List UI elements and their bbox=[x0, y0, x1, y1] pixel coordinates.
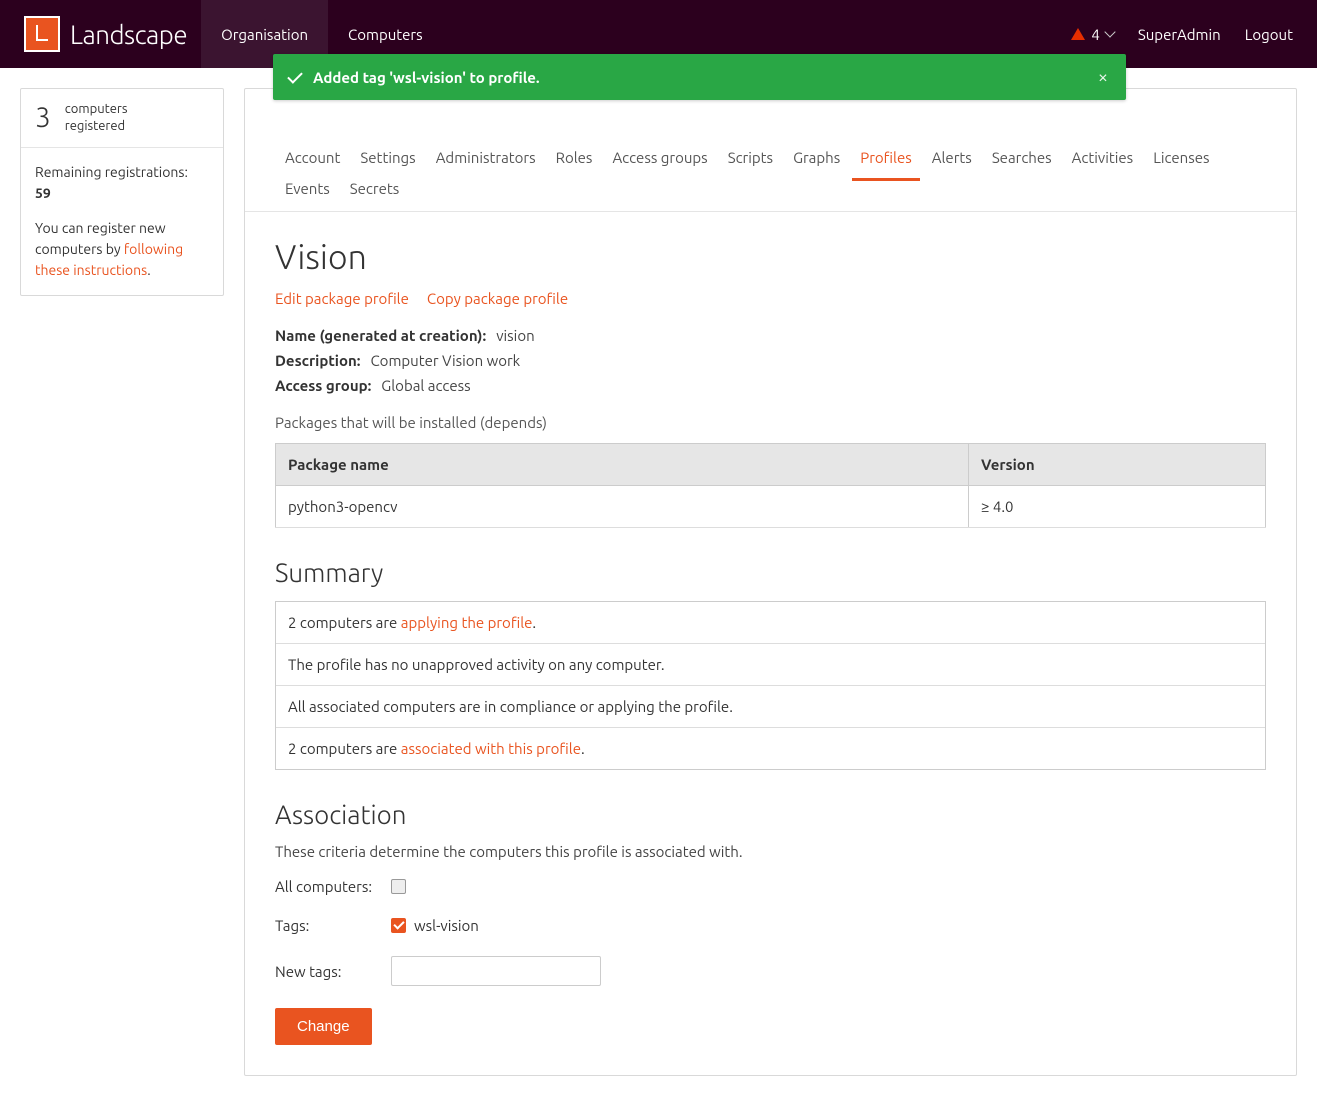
register-help: You can register new computers by follow… bbox=[35, 218, 209, 281]
meta-name-label: Name (generated at creation): bbox=[275, 327, 486, 344]
tag-value: wsl-vision bbox=[414, 917, 479, 934]
col-version: Version bbox=[969, 444, 1266, 486]
tag-checkbox[interactable] bbox=[391, 918, 406, 933]
col-package-name: Package name bbox=[276, 444, 969, 486]
summary-row-1: 2 computers are applying the profile. bbox=[276, 602, 1265, 644]
tab-activities[interactable]: Activities bbox=[1062, 149, 1144, 180]
new-tags-label: New tags: bbox=[275, 963, 391, 980]
meta-access-label: Access group: bbox=[275, 377, 371, 394]
chevron-down-icon bbox=[1104, 26, 1115, 37]
logout-link[interactable]: Logout bbox=[1245, 26, 1293, 43]
meta-access-value: Global access bbox=[381, 377, 470, 394]
alerts-indicator[interactable]: 4 bbox=[1071, 26, 1113, 43]
check-icon bbox=[291, 69, 299, 86]
tab-licenses[interactable]: Licenses bbox=[1143, 149, 1219, 180]
summary-row-4: 2 computers are associated with this pro… bbox=[276, 728, 1265, 769]
computers-label-1: computers bbox=[65, 101, 128, 118]
alert-count: 4 bbox=[1091, 26, 1099, 43]
tab-settings[interactable]: Settings bbox=[350, 149, 425, 180]
association-heading: Association bbox=[275, 800, 1266, 829]
copy-profile-link[interactable]: Copy package profile bbox=[427, 290, 568, 307]
sidebar: 3 computers registered Remaining registr… bbox=[20, 88, 224, 296]
tab-graphs[interactable]: Graphs bbox=[783, 149, 850, 180]
tab-scripts[interactable]: Scripts bbox=[718, 149, 783, 180]
brand-icon bbox=[24, 16, 60, 52]
meta-desc-value: Computer Vision work bbox=[370, 352, 520, 369]
summary-row-2: The profile has no unapproved activity o… bbox=[276, 644, 1265, 686]
meta-desc-label: Description: bbox=[275, 352, 360, 369]
register-suffix: . bbox=[147, 262, 150, 278]
tags-label: Tags: bbox=[275, 917, 391, 934]
cell-package-name: python3-opencv bbox=[276, 486, 969, 528]
cell-version: ≥ 4.0 bbox=[969, 486, 1266, 528]
associated-profile-link[interactable]: associated with this profile bbox=[401, 740, 581, 757]
change-button[interactable]: Change bbox=[275, 1008, 372, 1045]
tab-access-groups[interactable]: Access groups bbox=[602, 149, 717, 180]
main-panel: Added tag 'wsl-vision' to profile. × Acc… bbox=[244, 88, 1297, 1076]
tab-roles[interactable]: Roles bbox=[546, 149, 603, 180]
tab-account[interactable]: Account bbox=[275, 149, 350, 180]
tab-events[interactable]: Events bbox=[275, 180, 340, 211]
section-tabs: Account Settings Administrators Roles Ac… bbox=[245, 125, 1296, 212]
tab-profiles[interactable]: Profiles bbox=[850, 149, 922, 180]
brand[interactable]: Landscape bbox=[24, 16, 187, 52]
topbar-right: 4 SuperAdmin Logout bbox=[1071, 26, 1293, 43]
all-computers-label: All computers: bbox=[275, 878, 391, 895]
summary-heading: Summary bbox=[275, 558, 1266, 587]
remaining-label: Remaining registrations: bbox=[35, 162, 209, 183]
computers-label-2: registered bbox=[65, 118, 128, 135]
table-row: python3-opencv ≥ 4.0 bbox=[276, 486, 1266, 528]
close-icon[interactable]: × bbox=[1098, 68, 1108, 86]
notification-message: Added tag 'wsl-vision' to profile. bbox=[313, 69, 540, 86]
tab-administrators[interactable]: Administrators bbox=[426, 149, 546, 180]
computers-count: 3 bbox=[35, 102, 51, 133]
user-link[interactable]: SuperAdmin bbox=[1138, 26, 1221, 43]
packages-caption: Packages that will be installed (depends… bbox=[275, 414, 1266, 431]
alert-triangle-icon bbox=[1071, 28, 1085, 40]
packages-table: Package name Version python3-opencv ≥ 4.… bbox=[275, 443, 1266, 528]
page-title: Vision bbox=[275, 238, 1266, 276]
new-tags-input[interactable] bbox=[391, 956, 601, 986]
tab-alerts[interactable]: Alerts bbox=[922, 149, 982, 180]
sidebar-computers-count: 3 computers registered bbox=[21, 89, 223, 148]
tab-secrets[interactable]: Secrets bbox=[340, 180, 409, 211]
summary-row-3: All associated computers are in complian… bbox=[276, 686, 1265, 728]
summary-list: 2 computers are applying the profile. Th… bbox=[275, 601, 1266, 770]
all-computers-checkbox[interactable] bbox=[391, 879, 406, 894]
brand-text: Landscape bbox=[70, 20, 187, 49]
success-notification: Added tag 'wsl-vision' to profile. × bbox=[273, 54, 1126, 100]
edit-profile-link[interactable]: Edit package profile bbox=[275, 290, 409, 307]
tab-searches[interactable]: Searches bbox=[982, 149, 1062, 180]
remaining-value: 59 bbox=[35, 183, 209, 204]
meta-name-value: vision bbox=[496, 327, 534, 344]
applying-profile-link[interactable]: applying the profile bbox=[401, 614, 533, 631]
association-desc: These criteria determine the computers t… bbox=[275, 843, 1266, 860]
